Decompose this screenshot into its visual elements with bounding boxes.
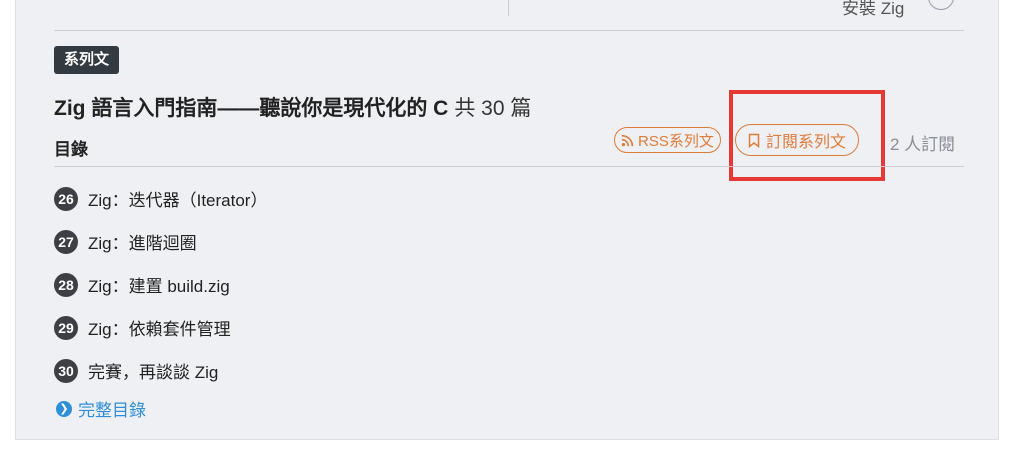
toc-divider bbox=[54, 166, 964, 167]
list-item[interactable]: 27 Zig：進階迴圈 bbox=[54, 229, 197, 254]
article-title[interactable]: Zig：依賴套件管理 bbox=[88, 315, 231, 340]
article-title[interactable]: 完賽，再談談 Zig bbox=[88, 358, 218, 383]
subscriber-count: 2 人訂閱 bbox=[890, 135, 956, 154]
list-item[interactable]: 28 Zig：建置 build.zig bbox=[54, 272, 230, 297]
previous-article-link[interactable]: 安裝 Zig bbox=[842, 0, 904, 19]
list-item[interactable]: 30 完賽，再談談 Zig bbox=[54, 358, 218, 383]
subscribe-label: 訂閱系列文 bbox=[766, 134, 847, 151]
list-item[interactable]: 26 Zig：迭代器（Iterator） bbox=[54, 186, 267, 211]
article-number: 30 bbox=[54, 358, 78, 383]
rss-series-button[interactable]: RSS系列文 bbox=[614, 127, 721, 153]
article-title[interactable]: Zig：建置 build.zig bbox=[88, 272, 230, 297]
subscribe-series-button[interactable]: 訂閱系列文 bbox=[735, 124, 860, 156]
full-toc-link[interactable]: ❯ 完整目錄 bbox=[56, 396, 146, 421]
top-divider bbox=[508, 0, 509, 16]
article-title[interactable]: Zig：迭代器（Iterator） bbox=[88, 186, 267, 211]
full-toc-label[interactable]: 完整目錄 bbox=[78, 396, 146, 421]
series-title[interactable]: Zig 語言入門指南——聽說你是現代化的 C 共 30 篇 bbox=[54, 92, 531, 122]
rss-label: RSS系列文 bbox=[638, 132, 714, 150]
series-tag: 系列文 bbox=[54, 46, 120, 74]
toc-label: 目錄 bbox=[54, 140, 88, 159]
nav-circle-icon[interactable] bbox=[928, 0, 954, 10]
article-title[interactable]: Zig：進階迴圈 bbox=[88, 229, 197, 254]
series-title-text[interactable]: Zig 語言入門指南——聽說你是現代化的 C bbox=[54, 97, 448, 120]
article-number: 27 bbox=[54, 229, 78, 254]
chevron-right-circle-icon: ❯ bbox=[56, 400, 72, 417]
previous-section: 安裝 Zig bbox=[16, 0, 998, 30]
article-number: 29 bbox=[54, 315, 78, 340]
list-item[interactable]: 29 Zig：依賴套件管理 bbox=[54, 315, 231, 340]
rss-icon bbox=[621, 134, 634, 146]
bookmark-icon bbox=[748, 133, 760, 148]
article-number: 26 bbox=[54, 186, 78, 211]
article-number: 28 bbox=[54, 272, 78, 297]
section-divider bbox=[54, 30, 964, 31]
series-panel: 安裝 Zig 系列文 Zig 語言入門指南——聽說你是現代化的 C共 30 篇 … bbox=[15, 0, 999, 440]
series-count: 共 30 篇 bbox=[454, 97, 532, 120]
